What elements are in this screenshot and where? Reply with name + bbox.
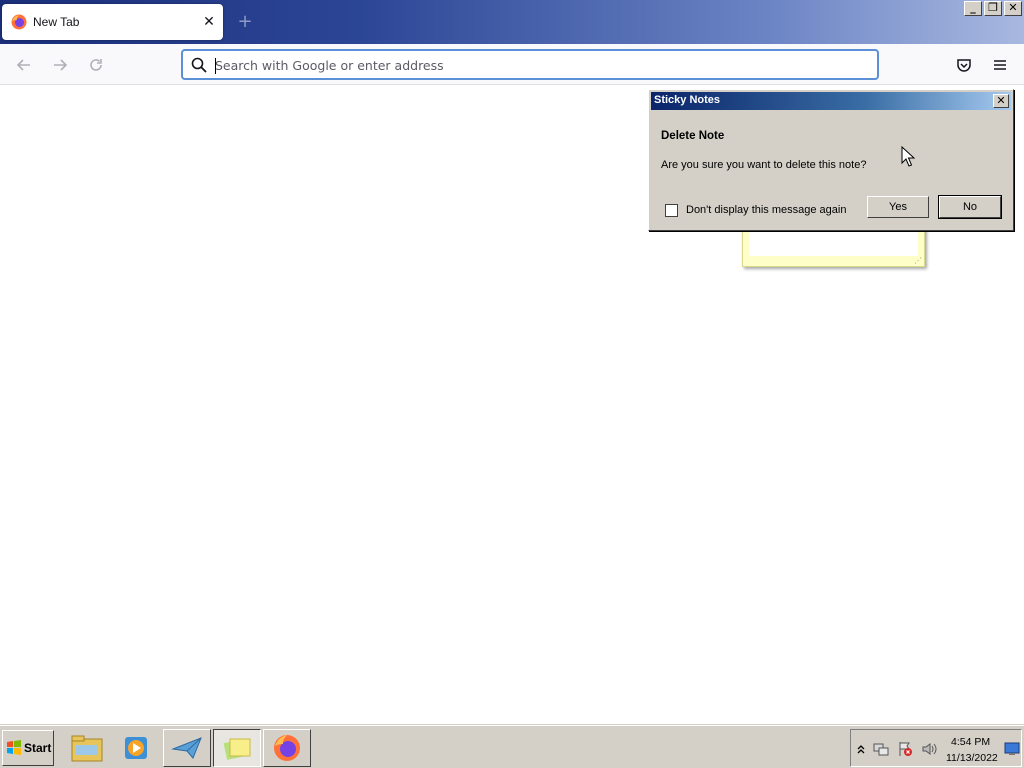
clock-date[interactable]: 11/13/2022 <box>946 752 998 764</box>
no-button[interactable]: No <box>938 195 1002 219</box>
delete-note-dialog: Sticky Notes ✕ Delete Note Are you sure … <box>648 89 1014 231</box>
pocket-icon[interactable] <box>952 53 976 77</box>
tab-new-tab[interactable]: New Tab ✕ <box>2 4 223 40</box>
mail-icon <box>171 737 202 759</box>
taskbar-mail[interactable] <box>163 729 211 767</box>
start-label: Start <box>24 741 52 755</box>
start-button[interactable]: Start <box>2 730 54 766</box>
new-tab-plus-icon[interactable]: + <box>234 11 256 33</box>
reload-icon[interactable] <box>84 53 108 77</box>
yes-button[interactable]: Yes <box>867 196 929 218</box>
dialog-message: Are you sure you want to delete this not… <box>661 159 867 171</box>
taskbar-file-explorer[interactable] <box>63 729 111 767</box>
back-arrow-icon[interactable] <box>12 53 36 77</box>
forward-arrow-icon[interactable] <box>48 53 72 77</box>
address-input[interactable] <box>215 54 855 76</box>
dialog-title: Sticky Notes <box>654 94 721 106</box>
search-icon <box>191 57 207 73</box>
firefox-icon <box>274 735 300 761</box>
tab-title: New Tab <box>33 15 80 29</box>
taskbar-firefox[interactable] <box>263 729 311 767</box>
firefox-favicon-icon <box>11 14 27 30</box>
show-hidden-icons-chevron-icon[interactable] <box>853 741 869 757</box>
windows-logo-icon <box>7 740 21 755</box>
clock-time[interactable]: 4:54 PM <box>951 736 990 748</box>
mouse-cursor-icon <box>901 146 915 167</box>
taskbar: Start 4:54 PM 11/13/2022 <box>0 725 1024 768</box>
taskbar-media-player[interactable] <box>112 729 160 767</box>
desktop-screen: New Tab ✕ + _ ❐ ✕ Search with Google or … <box>0 0 1024 768</box>
text-caret <box>215 58 216 74</box>
dialog-close-button[interactable]: ✕ <box>993 94 1009 108</box>
close-window-button[interactable]: ✕ <box>1004 1 1022 16</box>
window-controls: _ ❐ ✕ <box>964 1 1022 16</box>
hamburger-menu-icon[interactable] <box>988 53 1012 77</box>
resize-grip-icon[interactable]: ⋰ <box>914 256 922 265</box>
dialog-titlebar[interactable]: Sticky Notes ✕ <box>651 92 1011 110</box>
action-center-flag-icon[interactable] <box>897 741 913 757</box>
navigation-toolbar <box>0 44 1024 85</box>
minimize-button[interactable]: _ <box>964 1 982 16</box>
dont-show-again-checkbox[interactable] <box>665 204 678 217</box>
dont-show-again-label[interactable]: Don't display this message again <box>686 204 846 216</box>
dialog-heading: Delete Note <box>661 130 725 142</box>
volume-icon[interactable] <box>921 741 937 757</box>
show-desktop-icon[interactable] <box>1004 741 1020 757</box>
file-explorer-icon <box>71 735 103 762</box>
sticky-notes-icon <box>223 738 251 760</box>
system-tray: 4:54 PM 11/13/2022 <box>850 729 1022 767</box>
restore-button[interactable]: ❐ <box>984 1 1002 16</box>
address-bar[interactable] <box>181 49 879 80</box>
media-player-icon <box>125 737 147 759</box>
taskbar-sticky-notes[interactable] <box>213 729 261 767</box>
network-icon[interactable] <box>873 741 889 757</box>
tab-close-icon[interactable]: ✕ <box>200 13 218 31</box>
browser-tab-strip: New Tab ✕ + _ ❐ ✕ <box>0 0 1024 44</box>
